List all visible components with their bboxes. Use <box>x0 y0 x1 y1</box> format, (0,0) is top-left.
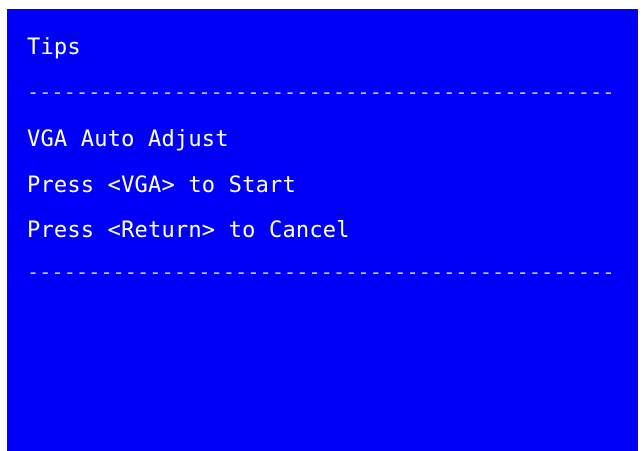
separator-bottom: ----------------------------------------… <box>27 260 615 284</box>
vga-auto-adjust-text: VGA Auto Adjust <box>27 127 229 152</box>
press-return-cancel-text: Press <Return> to Cancel <box>27 218 350 243</box>
dialog-title: Tips <box>27 35 81 60</box>
press-vga-start-text: Press <VGA> to Start <box>27 173 296 198</box>
separator-top: ----------------------------------------… <box>27 80 615 104</box>
osd-tips-dialog: Tips -----------------------------------… <box>7 9 638 451</box>
